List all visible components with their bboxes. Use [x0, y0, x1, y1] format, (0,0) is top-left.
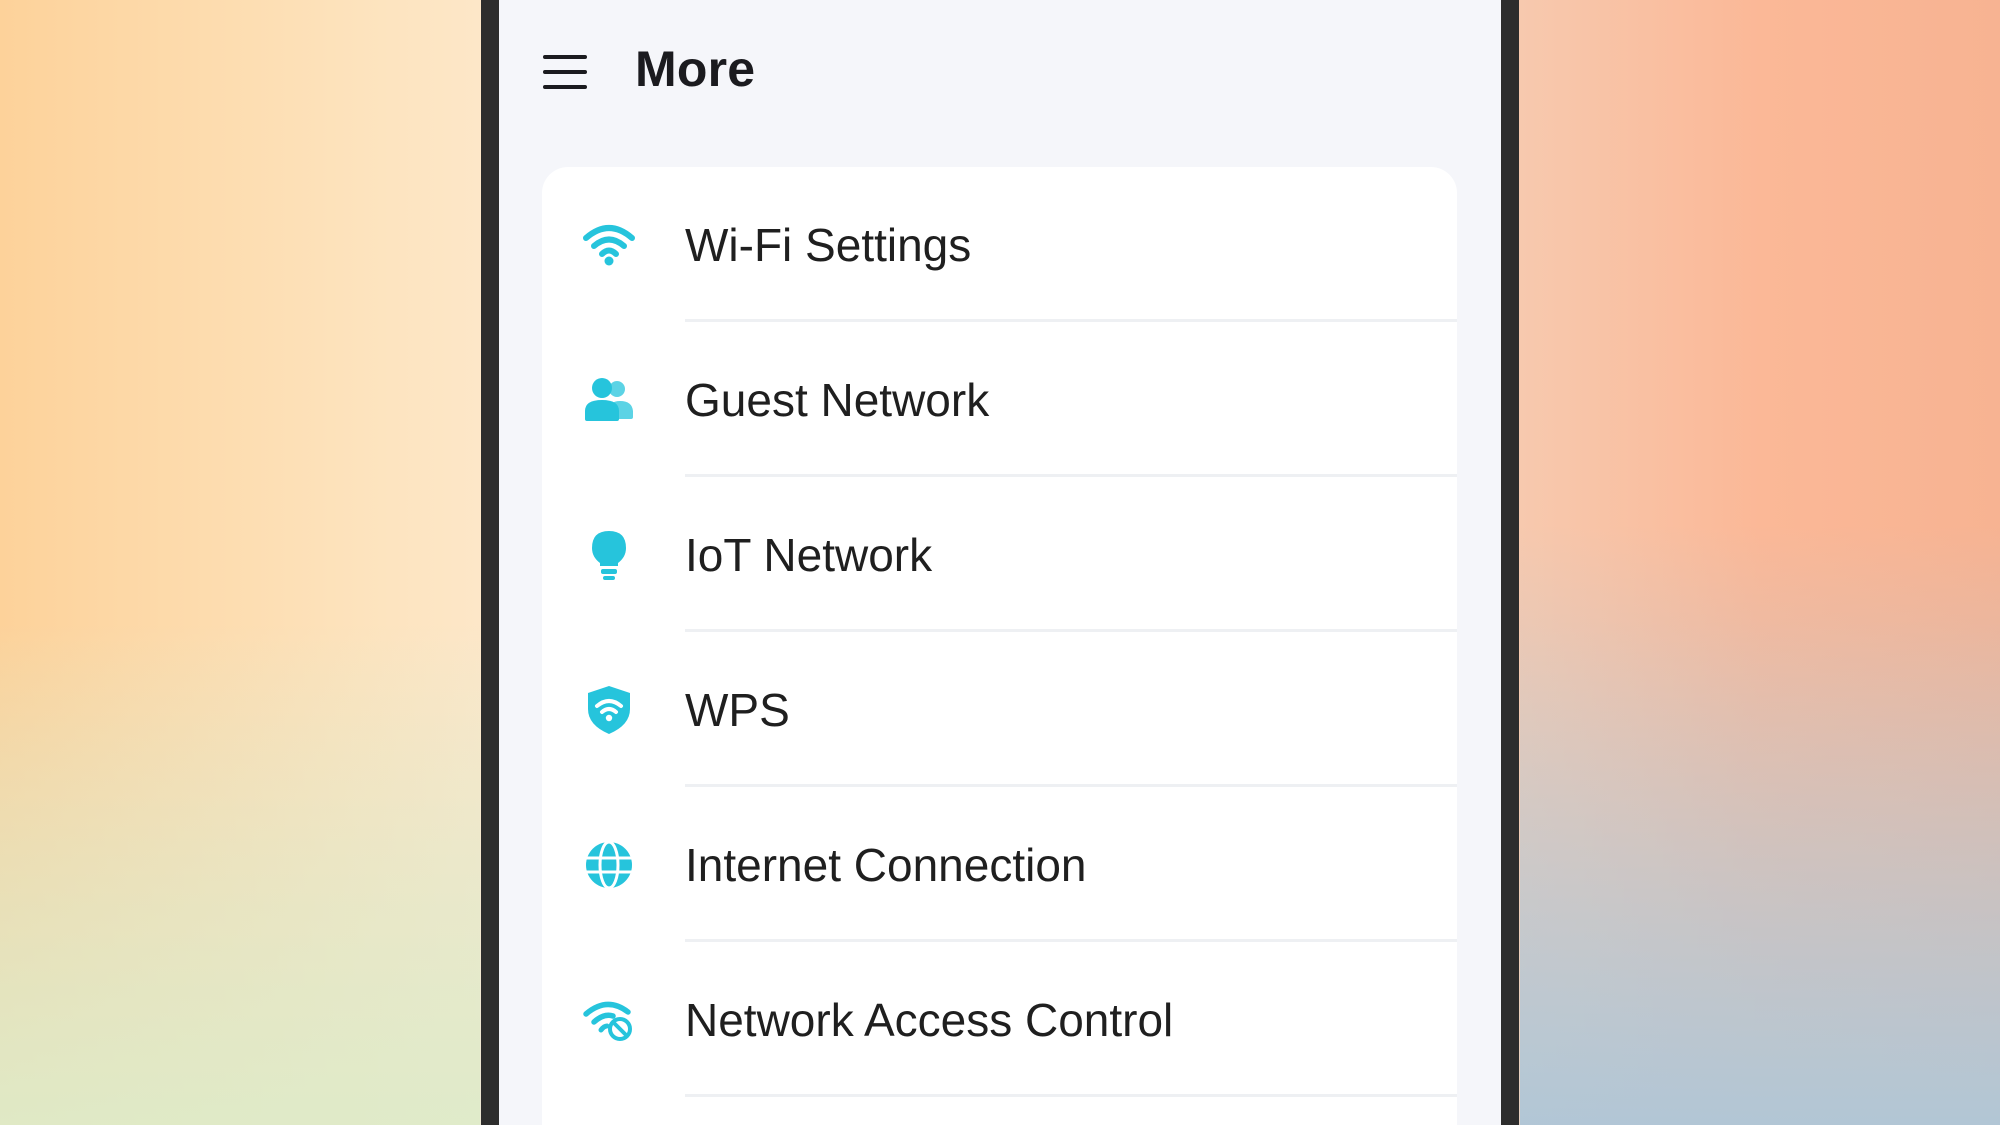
menu-item-network-access-control[interactable]: Network Access Control [542, 942, 1457, 1097]
wps-shield-icon [582, 683, 636, 737]
guest-users-icon [582, 373, 636, 427]
app-screen: More Wi-Fi Settings Guest Network IoT Ne… [499, 0, 1501, 1125]
menu-item-label: IoT Network [685, 528, 933, 581]
page-title: More [635, 41, 756, 97]
phone-frame: More Wi-Fi Settings Guest Network IoT Ne… [481, 0, 1519, 1125]
lightbulb-icon [582, 528, 636, 582]
hamburger-menu-icon [543, 55, 587, 89]
background-gradient-left [0, 625, 480, 1125]
menu-item-label: Network Access Control [685, 993, 1174, 1046]
menu-item-internet-connection[interactable]: Internet Connection [542, 787, 1457, 942]
menu-item-label: Guest Network [685, 373, 990, 426]
menu-item-label: Wi-Fi Settings [685, 218, 972, 271]
menu-item-wps[interactable]: WPS [542, 632, 1457, 787]
menu-item-iot-network[interactable]: IoT Network [542, 477, 1457, 632]
menu-item-label: WPS [685, 683, 790, 736]
app-bar: More [499, 0, 1501, 145]
globe-icon [582, 838, 636, 892]
menu-item-label: Internet Connection [685, 838, 1087, 891]
menu-item-guest-network[interactable]: Guest Network [542, 322, 1457, 477]
settings-menu-card: Wi-Fi Settings Guest Network IoT Network… [542, 167, 1457, 1125]
menu-item-wifi-settings[interactable]: Wi-Fi Settings [542, 167, 1457, 322]
wifi-icon [582, 218, 636, 272]
hamburger-menu-button[interactable] [541, 48, 589, 96]
background-gradient-right [1520, 525, 2000, 1125]
network-access-control-icon [582, 993, 636, 1047]
divider [685, 1094, 1457, 1097]
